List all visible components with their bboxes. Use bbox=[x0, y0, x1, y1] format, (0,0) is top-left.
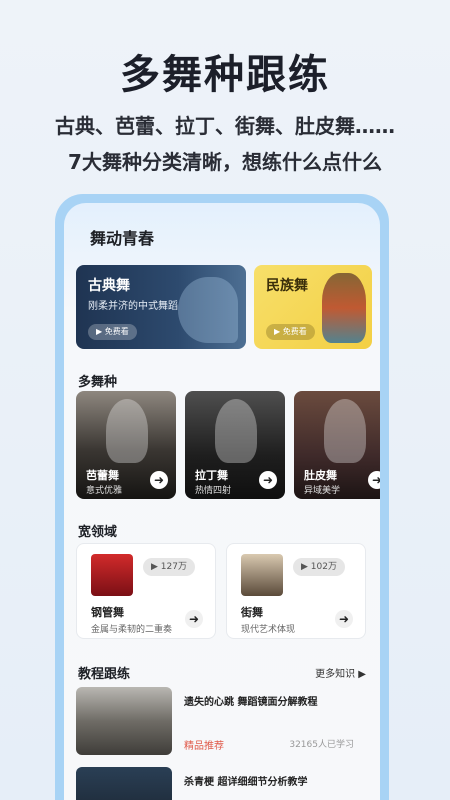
arrow-right-icon[interactable]: ➜ bbox=[150, 471, 168, 489]
section-title-wide-field: 宽领域 bbox=[78, 525, 118, 540]
section-title-tutorials: 教程跟练 bbox=[78, 667, 131, 682]
view-count-badge: ▶ 127万 bbox=[143, 558, 195, 576]
banner-title: 古典舞 bbox=[88, 278, 130, 294]
dance-card-latin[interactable]: 拉丁舞 热情四射 ➜ bbox=[185, 391, 285, 499]
field-card-title: 街舞 bbox=[241, 606, 263, 619]
field-card-title: 钢管舞 bbox=[91, 606, 124, 619]
arrow-right-icon[interactable]: ➜ bbox=[185, 610, 203, 628]
view-count-badge: ▶ 102万 bbox=[293, 558, 345, 576]
folk-dancer-image bbox=[322, 273, 366, 343]
promo-subtitle-2: 7大舞种分类清晰，想练什么点什么 bbox=[68, 150, 382, 174]
promo-subtitle-1: 古典、芭蕾、拉丁、街舞、肚皮舞…… bbox=[55, 114, 395, 138]
dance-card-subtitle: 意式优雅 bbox=[86, 486, 123, 496]
dance-card-title: 拉丁舞 bbox=[195, 469, 228, 482]
course-title: 杀青梗 超详细细节分析教学 bbox=[184, 777, 308, 788]
section-title-dance-types: 多舞种 bbox=[78, 375, 118, 390]
banner-folk-dance[interactable]: 民族舞 ▶ 免费看 bbox=[254, 265, 372, 349]
field-card-pole-dance[interactable]: ▶ 127万 钢管舞 金属与柔韧的二重奏 ➜ bbox=[76, 543, 216, 639]
dance-card-subtitle: 热情四射 bbox=[195, 486, 232, 496]
banner-title: 民族舞 bbox=[266, 278, 308, 294]
course-thumbnail bbox=[76, 687, 172, 755]
app-title: 舞动青春 bbox=[90, 229, 155, 248]
app-screen: 舞动青春 古典舞 刚柔并济的中式舞蹈 ▶ 免费看 民族舞 ▶ 免费看 多舞种 芭… bbox=[64, 203, 380, 800]
banner-desc: 刚柔并济的中式舞蹈 bbox=[88, 301, 178, 312]
thumbnail-image bbox=[241, 554, 283, 596]
field-card-street-dance[interactable]: ▶ 102万 街舞 现代艺术体现 ➜ bbox=[226, 543, 366, 639]
dance-card-title: 肚皮舞 bbox=[304, 469, 337, 482]
dancer-image bbox=[215, 399, 257, 463]
free-watch-button[interactable]: ▶ 免费看 bbox=[88, 324, 137, 340]
dance-card-subtitle: 异域美学 bbox=[304, 486, 341, 496]
course-thumbnail bbox=[76, 767, 172, 800]
course-item[interactable]: 杀青梗 超详细细节分析教学 bbox=[76, 767, 376, 800]
arrow-right-icon[interactable]: ➜ bbox=[259, 471, 277, 489]
thumbnail-image bbox=[91, 554, 133, 596]
dancer-image bbox=[178, 277, 238, 343]
free-watch-button[interactable]: ▶ 免费看 bbox=[266, 324, 315, 340]
arrow-right-icon[interactable]: ➜ bbox=[335, 610, 353, 628]
arrow-right-icon[interactable]: ➜ bbox=[368, 471, 380, 489]
field-card-subtitle: 现代艺术体现 bbox=[241, 625, 296, 635]
phone-frame: 舞动青春 古典舞 刚柔并济的中式舞蹈 ▶ 免费看 民族舞 ▶ 免费看 多舞种 芭… bbox=[55, 194, 389, 800]
more-knowledge-link[interactable]: 更多知识 ▶ bbox=[315, 665, 366, 680]
course-title: 遗失的心跳 舞蹈镜面分解教程 bbox=[184, 697, 318, 708]
dance-card-belly[interactable]: 肚皮舞 异域美学 ➜ bbox=[294, 391, 380, 499]
field-card-subtitle: 金属与柔韧的二重奏 bbox=[91, 625, 173, 635]
course-item[interactable]: 遗失的心跳 舞蹈镜面分解教程 精品推荐 32165人已学习 bbox=[76, 687, 376, 757]
dance-card-ballet[interactable]: 芭蕾舞 意式优雅 ➜ bbox=[76, 391, 176, 499]
banner-classical-dance[interactable]: 古典舞 刚柔并济的中式舞蹈 ▶ 免费看 bbox=[76, 265, 246, 349]
promo-headline: 多舞种跟练 bbox=[120, 52, 330, 98]
dancer-image bbox=[324, 399, 366, 463]
dancer-image bbox=[106, 399, 148, 463]
course-tag: 精品推荐 bbox=[184, 741, 224, 752]
course-learners: 32165人已学习 bbox=[289, 740, 354, 750]
dance-card-title: 芭蕾舞 bbox=[86, 469, 119, 482]
